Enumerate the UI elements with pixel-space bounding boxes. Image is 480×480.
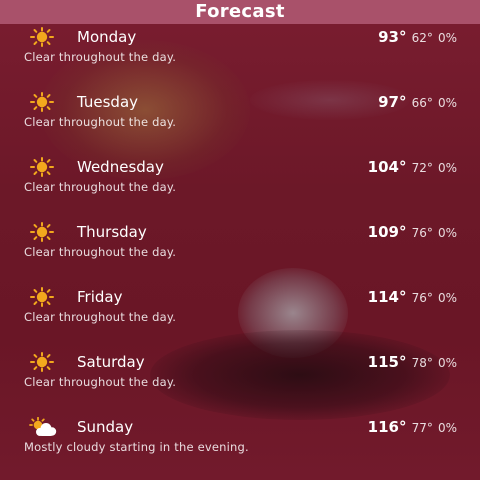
forecast-day-row[interactable]: Thursday 109° 76° 0% Clear throughout th… — [0, 222, 480, 282]
day-summary: Clear throughout the day. — [24, 180, 177, 194]
high-temperature: 93° — [378, 28, 407, 46]
precipitation-chance: 0% — [437, 96, 457, 110]
temperature-readout: 115° 78° 0% — [368, 352, 457, 373]
partly-cloudy-icon — [28, 417, 57, 437]
forecast-header: Forecast — [0, 0, 480, 24]
sun-icon — [28, 27, 56, 47]
temperature-readout: 109° 76° 0% — [368, 222, 457, 243]
day-name: Tuesday — [77, 93, 139, 111]
day-summary: Clear throughout the day. — [24, 115, 177, 129]
precipitation-chance: 0% — [437, 291, 457, 305]
high-temperature: 115° — [367, 353, 407, 371]
temperature-readout: 93° 62° 0% — [378, 27, 457, 48]
day-summary: Clear throughout the day. — [24, 310, 177, 324]
precipitation-chance: 0% — [437, 226, 457, 240]
forecast-list[interactable]: Monday 93° 62° 0% Clear throughout the d… — [0, 0, 480, 480]
forecast-day-row[interactable]: Monday 93° 62° 0% Clear throughout the d… — [0, 27, 480, 87]
sun-icon — [28, 352, 56, 372]
day-name: Thursday — [77, 223, 147, 241]
sun-icon — [28, 157, 56, 177]
day-name: Sunday — [77, 418, 134, 436]
day-name: Saturday — [77, 353, 145, 371]
page-title: Forecast — [195, 1, 285, 22]
low-temperature: 78° — [411, 356, 433, 370]
day-name: Monday — [77, 28, 137, 46]
low-temperature: 66° — [411, 96, 433, 110]
forecast-day-row[interactable]: Friday 114° 76° 0% Clear throughout the … — [0, 287, 480, 347]
low-temperature: 76° — [411, 291, 433, 305]
low-temperature: 62° — [411, 31, 433, 45]
temperature-readout: 116° 77° 0% — [368, 417, 457, 438]
day-summary: Clear throughout the day. — [24, 245, 177, 259]
precipitation-chance: 0% — [437, 356, 457, 370]
precipitation-chance: 0% — [437, 31, 457, 45]
day-summary: Mostly cloudy starting in the evening. — [24, 440, 249, 454]
forecast-day-row[interactable]: Sunday 116° 77° 0% Mostly cloudy startin… — [0, 417, 480, 477]
forecast-day-row[interactable]: Saturday 115° 78° 0% Clear throughout th… — [0, 352, 480, 412]
high-temperature: 97° — [378, 93, 407, 111]
temperature-readout: 114° 76° 0% — [368, 287, 457, 308]
sun-icon — [28, 92, 56, 112]
day-name: Wednesday — [77, 158, 164, 176]
temperature-readout: 104° 72° 0% — [368, 157, 457, 178]
day-summary: Clear throughout the day. — [24, 50, 177, 64]
low-temperature: 72° — [411, 161, 433, 175]
sun-icon — [28, 287, 56, 307]
low-temperature: 76° — [411, 226, 433, 240]
forecast-day-row[interactable]: Wednesday 104° 72° 0% Clear throughout t… — [0, 157, 480, 217]
low-temperature: 77° — [411, 421, 433, 435]
high-temperature: 116° — [367, 418, 407, 436]
day-name: Friday — [77, 288, 123, 306]
high-temperature: 114° — [367, 288, 407, 306]
high-temperature: 104° — [367, 158, 407, 176]
forecast-day-row[interactable]: Tuesday 97° 66° 0% Clear throughout the … — [0, 92, 480, 152]
day-summary: Clear throughout the day. — [24, 375, 177, 389]
high-temperature: 109° — [367, 223, 407, 241]
temperature-readout: 97° 66° 0% — [378, 92, 457, 113]
sun-icon — [28, 222, 56, 242]
precipitation-chance: 0% — [437, 421, 457, 435]
precipitation-chance: 0% — [437, 161, 457, 175]
